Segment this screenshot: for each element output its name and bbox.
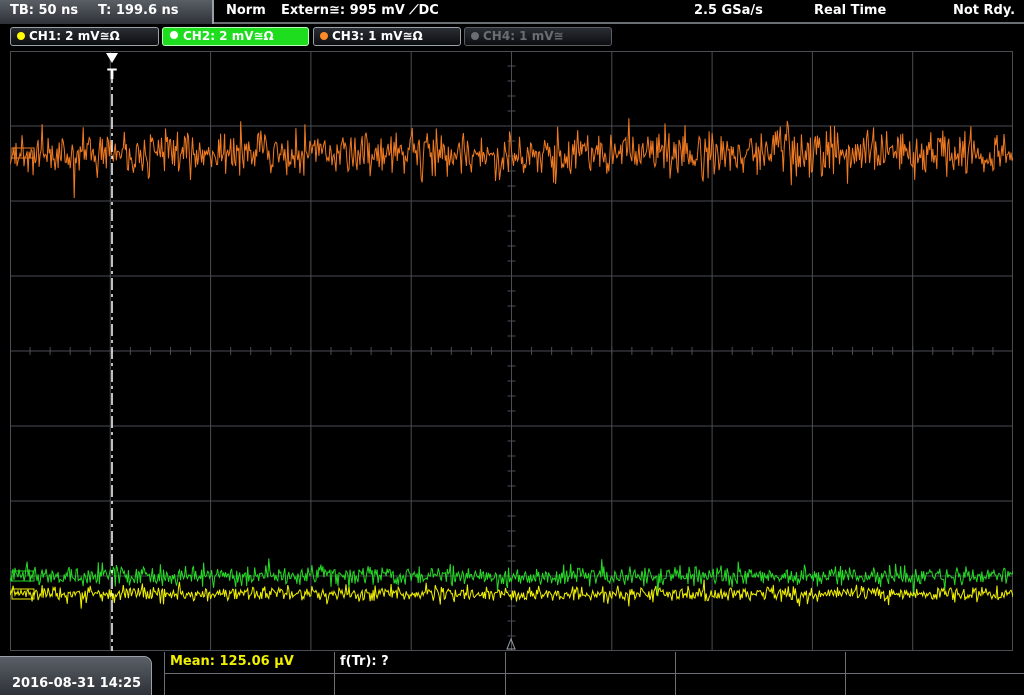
measurement-divider <box>165 673 334 674</box>
measurement-slot-5[interactable] <box>845 652 1024 695</box>
measurement-divider <box>506 673 675 674</box>
measurement-rise-freq[interactable]: f(Tr): ? <box>334 652 505 695</box>
channel-2-color-dot <box>169 30 179 40</box>
measurement-slot-3[interactable] <box>505 652 675 695</box>
sample-rate: 2.5 GSa/s <box>694 3 763 18</box>
channel-1-color-dot <box>17 32 25 40</box>
channel-2-button[interactable]: CH2: 2 mV≅Ω <box>162 27 309 46</box>
channel-4-label: CH4: 1 mV≅ <box>483 29 564 43</box>
datetime-readout: 2016-08-31 14:25 <box>12 676 142 691</box>
timebase-readout: TB: 50 ns <box>10 3 79 18</box>
measurement-divider <box>335 673 505 674</box>
waveform-display[interactable]: T <box>10 51 1013 651</box>
trigger-marker-label: T <box>107 67 117 83</box>
measurement-slot-4[interactable] <box>675 652 845 695</box>
trigger-source[interactable]: Extern≅: 995 mV ⟋DC <box>281 3 439 18</box>
trigger-time-readout: T: 199.6 ns <box>98 3 179 18</box>
measurement-mean-text: Mean: 125.06 µV <box>170 654 294 669</box>
footer-bar: 2016-08-31 14:25 Mean: 125.06 µV f(Tr): … <box>0 652 1024 695</box>
timebase-box[interactable]: TB: 50 ns T: 199.6 ns <box>0 0 214 24</box>
channel-3-label: CH3: 1 mV≅Ω <box>332 29 423 43</box>
measurement-divider <box>676 673 845 674</box>
channel-2-label: CH2: 2 mV≅Ω <box>183 29 274 43</box>
datetime-box: 2016-08-31 14:25 <box>0 656 152 695</box>
acquisition-mode: Real Time <box>814 3 887 18</box>
channel-1-label: CH1: 2 mV≅Ω <box>29 29 120 43</box>
channel-3-button[interactable]: CH3: 1 mV≅Ω <box>313 27 461 46</box>
channel-4-button[interactable]: CH4: 1 mV≅ <box>464 27 612 46</box>
measurement-mean[interactable]: Mean: 125.06 µV <box>164 652 334 695</box>
channel-1-button[interactable]: CH1: 2 mV≅Ω <box>10 27 159 46</box>
channel-4-color-dot <box>471 32 479 40</box>
status-bar: TB: 50 ns T: 199.6 ns Norm Extern≅: 995 … <box>0 0 1024 24</box>
channel-bar: CH1: 2 mV≅Ω CH2: 2 mV≅Ω CH3: 1 mV≅Ω CH4:… <box>0 25 1024 49</box>
measurement-divider <box>846 673 1024 674</box>
channel-3-color-dot <box>320 32 328 40</box>
measurement-rise-freq-text: f(Tr): ? <box>340 654 389 669</box>
header-divider <box>214 22 1024 24</box>
trigger-mode[interactable]: Norm <box>226 3 266 18</box>
acquisition-status: Not Rdy. <box>953 3 1016 18</box>
